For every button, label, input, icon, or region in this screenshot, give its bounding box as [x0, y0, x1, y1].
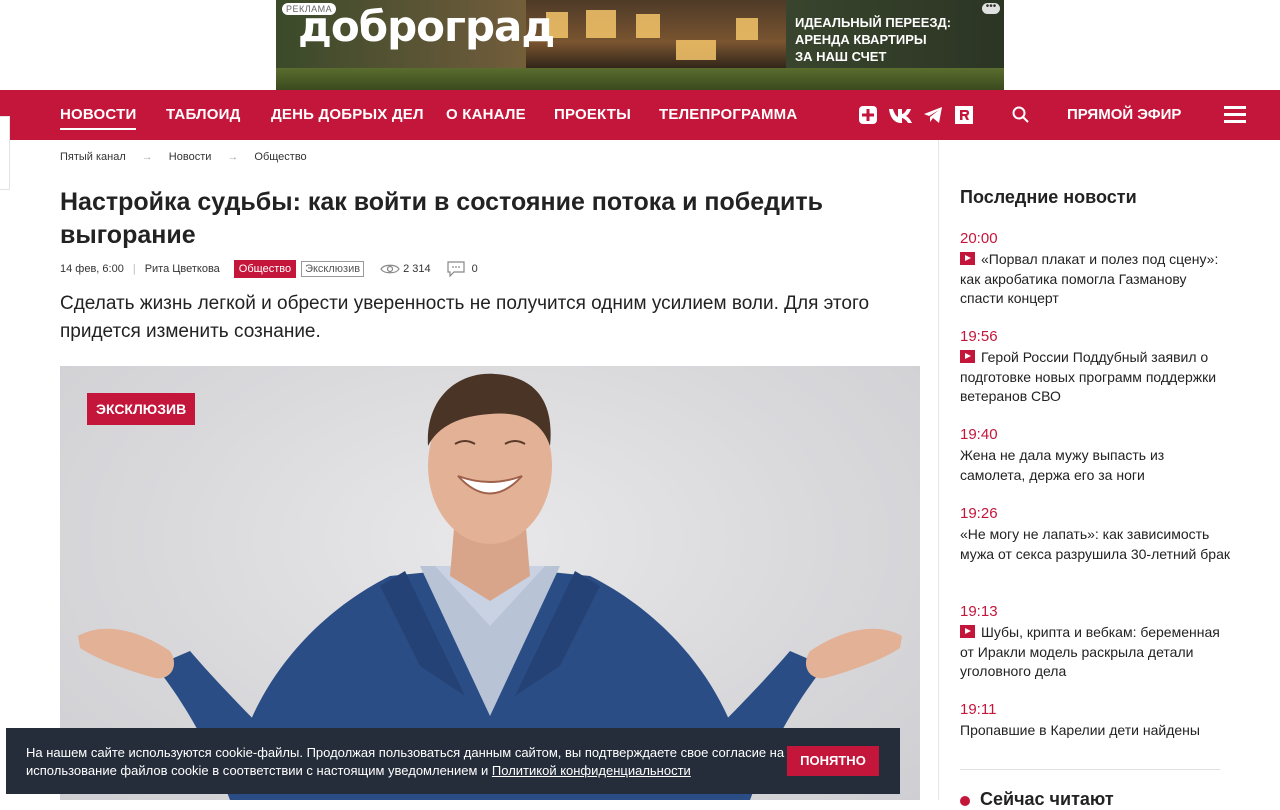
cookie-accept-button[interactable]: ПОНЯТНО [787, 746, 879, 776]
vk-icon[interactable] [888, 105, 914, 125]
news-headline[interactable]: «Не могу не лапать»: как зависимость муж… [960, 526, 1230, 562]
tag-exclusive[interactable]: Эксклюзив [301, 261, 365, 277]
arrow-right-icon: → [141, 151, 153, 163]
nav-item-tv-program[interactable]: ТЕЛЕПРОГРАММА [659, 90, 797, 140]
arrow-right-icon: → [227, 151, 239, 163]
news-time: 19:56 [960, 328, 998, 345]
news-headline[interactable]: Шубы, крипта и вебкам: беременная от Ира… [960, 624, 1220, 679]
ad-house-image [526, 0, 786, 70]
nav-item-about[interactable]: О КАНАЛЕ [446, 90, 526, 140]
news-headline[interactable]: Герой России Поддубный заявил о подготов… [960, 349, 1216, 404]
live-stream-link[interactable]: ПРЯМОЙ ЭФИР [1067, 90, 1181, 140]
sidebar-title: Последние новости [960, 187, 1137, 207]
live-dot-icon [960, 796, 970, 806]
exclusive-badge: ЭКСКЛЮЗИВ [87, 393, 196, 425]
ad-banner-area: доброград РЕКЛАМА ИДЕАЛЬНЫЙ ПЕРЕЕЗД: АРЕ… [0, 0, 1280, 90]
news-headline[interactable]: «Порвал плакат и полез под сцену»: как а… [960, 251, 1218, 306]
search-icon[interactable] [1011, 105, 1031, 125]
breadcrumb-home[interactable]: Пятый канал [60, 151, 126, 163]
ad-banner[interactable]: доброград РЕКЛАМА ИДЕАЛЬНЫЙ ПЕРЕЕЗД: АРЕ… [276, 0, 1004, 90]
comments-counter[interactable]: 0 [446, 261, 478, 277]
sidebar-separator [960, 769, 1220, 770]
news-time: 19:13 [960, 603, 998, 620]
news-time: 20:00 [960, 230, 998, 247]
ad-promo-text: ИДЕАЛЬНЫЙ ПЕРЕЕЗД: АРЕНДА КВАРТИРЫ ЗА НА… [795, 15, 952, 64]
video-play-icon [960, 350, 975, 363]
news-headline[interactable]: Пропавшие в Карелии дети найдены [960, 722, 1200, 738]
views-count: 2 314 [403, 263, 431, 275]
cookie-text: На нашем сайте используются cookie-файлы… [26, 745, 785, 778]
side-tab[interactable] [0, 116, 10, 190]
tag-society[interactable]: Общество [233, 260, 297, 278]
ad-label: РЕКЛАМА [282, 3, 337, 15]
nav-item-news[interactable]: НОВОСТИ [60, 90, 137, 140]
comment-icon [446, 261, 465, 277]
news-item[interactable]: 19:26 «Не могу не лапать»: как зависимос… [960, 505, 1230, 564]
ad-lawn [276, 68, 1004, 90]
main-nav: НОВОСТИ ТАБЛОИД ДЕНЬ ДОБРЫХ ДЕЛ О КАНАЛЕ… [0, 90, 1280, 140]
ad-more-button[interactable]: ••• [982, 2, 1000, 14]
ad-brand-logo: доброград [298, 2, 555, 51]
video-play-icon [960, 625, 975, 638]
nav-item-projects[interactable]: ПРОЕКТЫ [554, 90, 631, 140]
nav-item-good-deeds[interactable]: ДЕНЬ ДОБРЫХ ДЕЛ [271, 90, 424, 140]
article-lead: Сделать жизнь легкой и обрести увереннос… [60, 293, 870, 342]
news-time: 19:26 [960, 505, 998, 522]
news-time: 19:11 [960, 701, 997, 718]
article-date: 14 фев, 6:00 [60, 263, 124, 275]
meta-divider: | [132, 263, 136, 275]
comments-count: 0 [471, 263, 478, 275]
rutube-icon[interactable] [954, 105, 974, 125]
telegram-icon[interactable] [923, 105, 943, 125]
news-item[interactable]: 20:00 «Порвал плакат и полез под сцену»:… [960, 230, 1230, 309]
plus-icon[interactable] [858, 105, 878, 125]
breadcrumb: Пятый канал → Новости → Общество [60, 151, 307, 163]
eye-icon [380, 264, 400, 274]
article-title: Настройка судьбы: как войти в состояние … [60, 188, 823, 249]
privacy-policy-link[interactable]: Политикой конфиденциальности [492, 763, 691, 778]
news-headline[interactable]: Жена не дала мужу выпасть из самолета, д… [960, 447, 1164, 483]
article-author[interactable]: Рита Цветкова [145, 263, 220, 275]
news-time: 19:40 [960, 426, 998, 443]
news-item[interactable]: 19:11 Пропавшие в Карелии дети найдены [960, 701, 1230, 741]
views-counter: 2 314 [380, 263, 431, 275]
article-meta: 14 фев, 6:00 | Рита Цветкова Общество Эк… [60, 260, 478, 278]
breadcrumb-news[interactable]: Новости [169, 151, 212, 163]
breadcrumb-society[interactable]: Общество [254, 151, 306, 163]
nav-item-tabloid[interactable]: ТАБЛОИД [166, 90, 241, 140]
video-play-icon [960, 252, 975, 265]
menu-icon[interactable] [1224, 106, 1246, 124]
sidebar-divider [938, 140, 939, 800]
news-item[interactable]: 19:13 Шубы, крипта и вебкам: беременная … [960, 603, 1230, 682]
news-item[interactable]: 19:56 Герой России Поддубный заявил о по… [960, 328, 1230, 407]
news-item[interactable]: 19:40 Жена не дала мужу выпасть из самол… [960, 426, 1230, 485]
cookie-banner: На нашем сайте используются cookie-файлы… [6, 728, 900, 794]
